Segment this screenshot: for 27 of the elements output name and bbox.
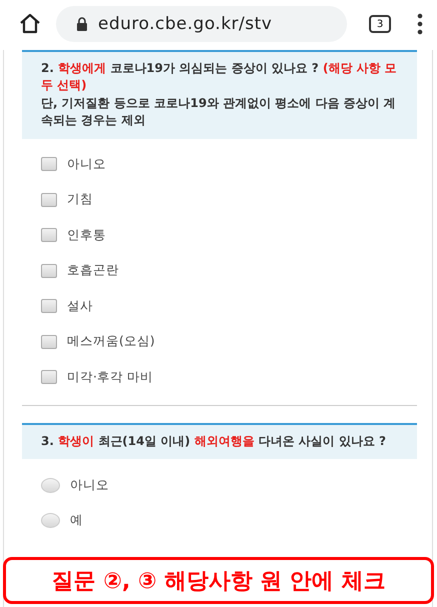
checkbox[interactable] [41,157,57,172]
checkbox[interactable] [41,334,57,349]
checkbox[interactable] [41,299,57,314]
question-note: 단, 기저질환 등으로 코로나19와 관계없이 평소에 다음 증상이 계속되는 경우는 제외 [41,94,397,130]
lock-icon [76,17,88,31]
checkbox[interactable] [41,370,57,384]
home-icon[interactable] [18,12,42,36]
instruction-callout: 질문 ②, ③ 해당사항 원 안에 체크 [3,557,434,604]
option-label: 메스꺼움(오심) [67,333,155,350]
radio-button[interactable] [41,513,60,528]
checkbox[interactable] [41,192,57,207]
option-label: 미각·후각 마비 [67,368,153,386]
question-text: 3. 학생이 최근(14일 이내) 해외여행을 다녀온 사실이 있나요 ? [41,433,387,450]
option-label: 기침 [67,191,93,208]
option-label: 예 [70,512,83,530]
checkbox[interactable] [41,228,57,242]
address-bar[interactable]: eduro.cbe.go.kr/stv [56,6,347,42]
option-label: 설사 [67,298,93,315]
option-label: 아니오 [67,156,106,173]
radio-button[interactable] [41,478,60,493]
question-text: 2. 학생에게 코로나19가 의심되는 증상이 있나요 ? (해당 사항 모두 선택) [41,60,398,94]
tab-count-button[interactable]: 3 [369,15,391,33]
checkbox[interactable] [41,264,57,278]
option-label: 아니오 [70,476,109,494]
option-label: 호흡곤란 [67,262,119,280]
option-label: 인후통 [67,226,106,244]
menu-icon[interactable] [417,13,423,35]
